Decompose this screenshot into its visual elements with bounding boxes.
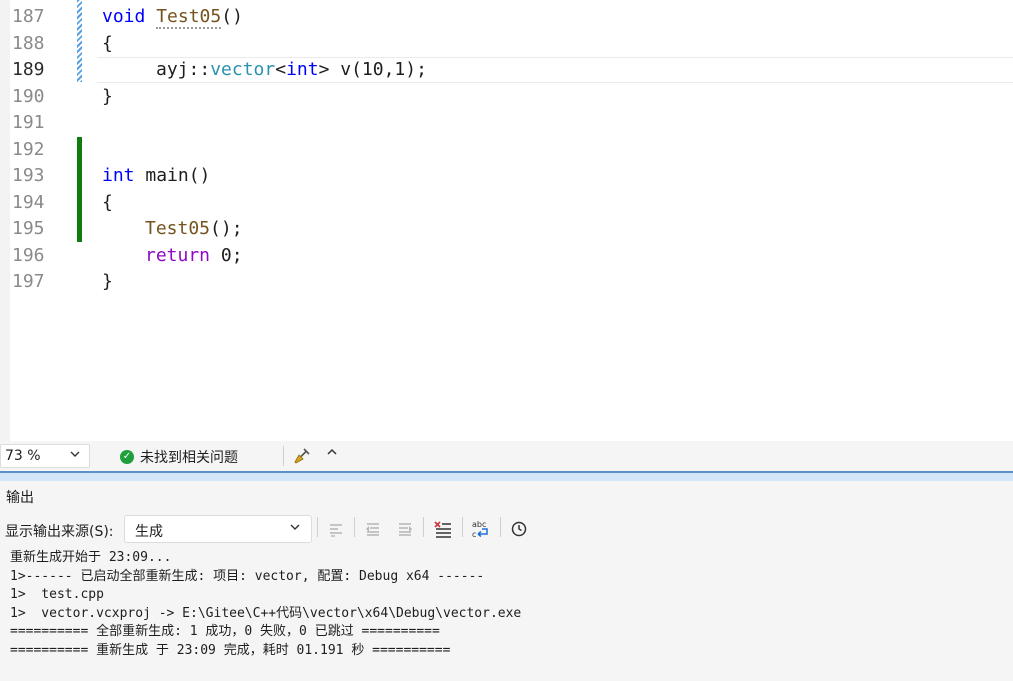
previous-message-icon[interactable] (362, 518, 384, 540)
chevron-down-icon (289, 521, 301, 536)
code-text: ayj::vector<int> v(10,1); (156, 59, 427, 80)
line-number: 187 (12, 6, 45, 27)
word-wrap-icon[interactable]: abc c (470, 518, 492, 540)
separator (317, 517, 318, 537)
code-editor[interactable]: 187 void Test05() 188 { 189 ayj::vector<… (0, 0, 1013, 441)
output-panel: 输出 显示输出来源(S): 生成 abc c 重新生成开始于 23:09... … (0, 481, 1013, 681)
line-number: 191 (12, 112, 45, 133)
svg-text:abc: abc (472, 520, 486, 529)
code-line[interactable]: 192 (0, 137, 1013, 164)
separator (462, 517, 463, 537)
code-line[interactable]: 191 (0, 110, 1013, 137)
line-number: 188 (12, 32, 45, 54)
clear-all-icon[interactable] (432, 518, 454, 540)
output-source-select[interactable]: 生成 (124, 515, 312, 543)
line-number: 193 (12, 165, 45, 186)
separator (354, 517, 355, 537)
output-source-value: 生成 (135, 524, 163, 540)
code-text: } (102, 271, 113, 292)
separator (423, 517, 424, 537)
zoom-dropdown[interactable]: 73 % (0, 444, 90, 468)
find-message-in-code-icon[interactable] (325, 518, 347, 540)
current-code-line[interactable]: 189 ayj::vector<int> v(10,1); (0, 57, 1013, 84)
line-number: 197 (12, 271, 45, 292)
code-line[interactable]: 188 { (0, 31, 1013, 58)
code-text: Test05(); (145, 218, 243, 239)
line-number: 196 (12, 244, 45, 266)
line-number: 195 (12, 218, 45, 239)
chevron-up-icon[interactable] (324, 445, 340, 465)
output-line: 1> test.cpp (10, 587, 104, 603)
line-number: 190 (12, 85, 45, 107)
zoom-value: 73 % (5, 448, 41, 464)
output-line: 重新生成开始于 23:09... (10, 550, 172, 565)
line-number: 189 (12, 59, 45, 80)
code-cleanup-brush-icon[interactable] (292, 446, 312, 466)
code-line[interactable]: 197 } (0, 269, 1013, 296)
code-text: void Test05() (102, 6, 243, 29)
editor-status-bar: 73 % ✓ 未找到相关问题 (0, 441, 1013, 471)
code-line[interactable]: 193 int main() (0, 163, 1013, 190)
code-line[interactable]: 187 void Test05() (0, 4, 1013, 31)
code-text: return 0; (145, 244, 243, 266)
output-line: ========== 全部重新生成: 1 成功，0 失败，0 已跳过 =====… (10, 624, 440, 640)
output-line: ========== 重新生成 于 23:09 完成，耗时 01.191 秒 =… (10, 642, 451, 658)
code-line[interactable]: 194 { (0, 190, 1013, 217)
output-source-label: 显示输出来源(S): (5, 524, 114, 540)
code-text: { (102, 191, 113, 213)
line-number: 194 (12, 191, 45, 213)
code-text: int main() (102, 165, 211, 186)
output-text-area[interactable]: 重新生成开始于 23:09... 1>------ 已启动全部重新生成: 项目:… (10, 549, 521, 661)
output-line: 1> vector.vcxproj -> E:\Gitee\C++代码\vect… (10, 605, 522, 621)
code-text: } (102, 85, 113, 107)
code-text: { (102, 32, 113, 54)
code-line[interactable]: 190 } (0, 84, 1013, 111)
svg-text:c: c (472, 530, 476, 539)
clock-icon[interactable] (508, 518, 530, 540)
next-message-icon[interactable] (394, 518, 416, 540)
code-line[interactable]: 196 return 0; (0, 243, 1013, 270)
separator (283, 446, 284, 466)
output-panel-title: 输出 (6, 490, 34, 506)
code-line[interactable]: 195 Test05(); (0, 216, 1013, 243)
output-line: 1>------ 已启动全部重新生成: 项目: vector, 配置: Debu… (10, 568, 485, 584)
issues-indicator[interactable]: ✓ 未找到相关问题 (120, 447, 238, 467)
check-circle-icon: ✓ (120, 450, 134, 464)
issues-text: 未找到相关问题 (140, 450, 238, 466)
line-number: 192 (12, 138, 45, 160)
panel-splitter[interactable] (0, 471, 1013, 481)
chevron-down-icon (69, 448, 81, 463)
separator (500, 517, 501, 537)
